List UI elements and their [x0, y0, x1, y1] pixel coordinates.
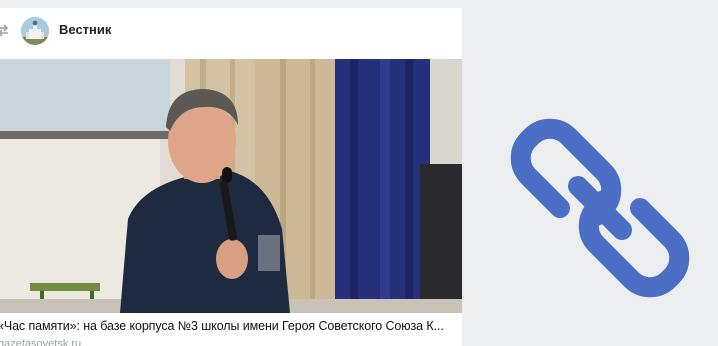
attachment-title[interactable]: «Час памяти»: на базе корпуса №3 школы и…	[0, 319, 457, 333]
attachment-domain[interactable]: gazetasovetsk.ru	[0, 338, 81, 346]
church-avatar-icon	[21, 17, 49, 45]
post-header: Вестник	[0, 8, 462, 53]
repost-arrow-icon	[0, 24, 9, 37]
link-chain-icon[interactable]	[500, 108, 700, 308]
author-name[interactable]: Вестник	[59, 22, 111, 37]
avatar[interactable]	[21, 17, 49, 45]
speaker-photo	[0, 59, 462, 313]
attachment-photo[interactable]	[0, 59, 462, 313]
post-card: Вестник «Час памяти»: на базе корпуса №3…	[0, 8, 462, 346]
